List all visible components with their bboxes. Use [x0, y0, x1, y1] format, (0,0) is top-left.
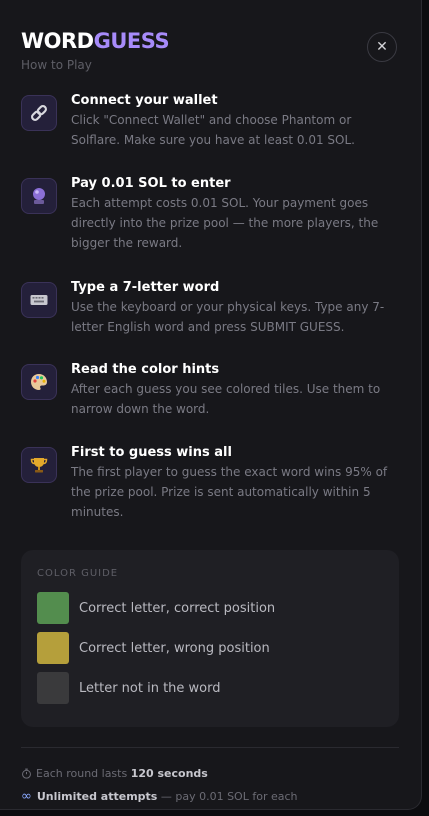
modal-subtitle: How to Play	[21, 58, 92, 72]
close-icon: ✕	[376, 39, 388, 55]
how-to-play-modal: WORDGUESS How to Play ✕ Connect your wal…	[0, 0, 422, 810]
round-duration: 120 seconds	[130, 767, 208, 780]
step-title: Pay 0.01 SOL to enter	[71, 176, 231, 191]
yellow-swatch	[37, 632, 69, 664]
step-title: Type a 7-letter word	[71, 280, 220, 295]
step-description: Use the keyboard or your physical keys. …	[71, 300, 385, 334]
step-type-word: Type a 7-letter word Use the keyboard or…	[21, 280, 401, 337]
step-title: First to guess wins all	[71, 445, 232, 460]
step-pay-entry: Pay 0.01 SOL to enter Each attempt costs…	[21, 176, 401, 253]
color-guide-label: Letter not in the word	[79, 680, 221, 696]
step-description: Click "Connect Wallet" and choose Phanto…	[71, 113, 355, 147]
color-guide-label: Correct letter, correct position	[79, 600, 276, 616]
step-description: After each guess you see colored tiles. …	[71, 382, 381, 416]
step-description: The first player to guess the exact word…	[71, 465, 388, 519]
close-button[interactable]: ✕	[367, 32, 397, 62]
step-winner: First to guess wins all The first player…	[21, 445, 401, 522]
color-guide-label: Correct letter, wrong position	[79, 640, 270, 656]
color-guide: COLOR GUIDE Correct letter, correct posi…	[21, 550, 399, 727]
gray-swatch	[37, 672, 69, 704]
color-guide-row-correct: Correct letter, correct position	[37, 592, 275, 624]
step-title: Connect your wallet	[71, 93, 218, 108]
step-connect-wallet: Connect your wallet Click "Connect Walle…	[21, 93, 401, 150]
trophy-icon	[21, 447, 57, 483]
round-duration-note: Each round lasts 120 seconds	[21, 767, 208, 780]
color-guide-title: COLOR GUIDE	[37, 568, 119, 579]
footer-divider	[21, 747, 399, 748]
round-prefix: Each round lasts	[36, 767, 128, 780]
step-color-hints: Read the color hints After each guess yo…	[21, 362, 401, 419]
infinity-icon: ∞	[21, 789, 32, 804]
stopwatch-icon	[21, 768, 32, 779]
modal-header: WORDGUESS How to Play	[21, 28, 170, 72]
color-guide-row-absent: Letter not in the word	[37, 672, 221, 704]
logo: WORDGUESS	[21, 29, 170, 53]
green-swatch	[37, 592, 69, 624]
step-description: Each attempt costs 0.01 SOL. Your paymen…	[71, 196, 379, 250]
link-icon	[21, 95, 57, 131]
color-guide-row-present: Correct letter, wrong position	[37, 632, 270, 664]
keyboard-icon	[21, 282, 57, 318]
palette-icon	[21, 364, 57, 400]
step-title: Read the color hints	[71, 362, 220, 377]
attempts-bold: Unlimited attempts	[36, 790, 158, 803]
crystal-ball-icon	[21, 178, 57, 214]
attempts-suffix: — pay 0.01 SOL for each	[160, 790, 298, 803]
attempts-note: ∞ Unlimited attempts — pay 0.01 SOL for …	[21, 789, 298, 804]
